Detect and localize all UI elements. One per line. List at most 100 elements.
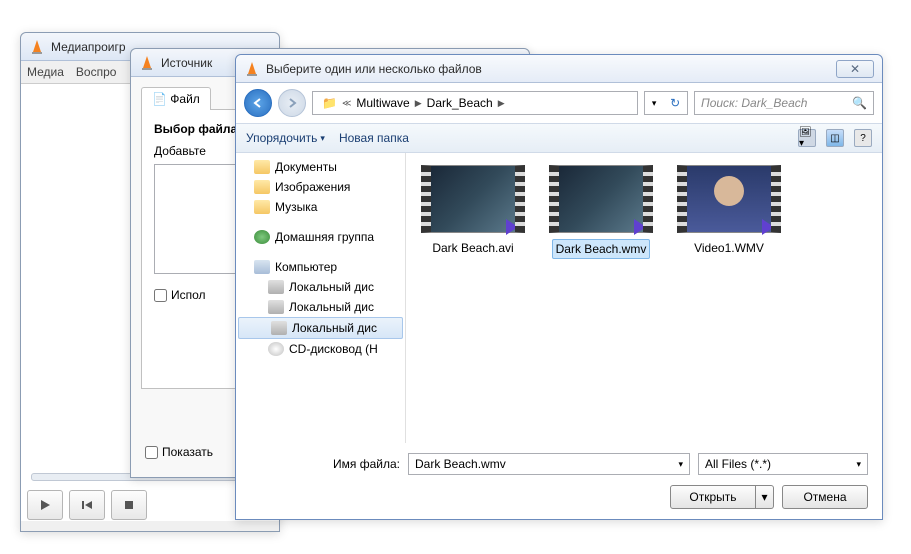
button-row: Открыть ▾ Отмена [236, 481, 882, 521]
tab-file[interactable]: 📄 Файл [141, 87, 211, 110]
organize-label: Упорядочить [246, 131, 317, 145]
computer-icon [254, 260, 270, 274]
file-item[interactable]: Dark Beach.avi [418, 165, 528, 257]
play-overlay-icon [634, 219, 646, 235]
view-options-button[interactable]: 🖼 ▾ [798, 129, 816, 147]
forward-button[interactable] [278, 89, 306, 117]
cd-icon [268, 342, 284, 356]
homegroup-icon [254, 230, 270, 244]
refresh-icon: ↻ [670, 96, 680, 110]
show-more-checkbox[interactable] [145, 446, 158, 459]
disk-icon [268, 280, 284, 294]
folder-icon [254, 200, 270, 214]
play-overlay-icon [506, 219, 518, 235]
tree-label: Локальный дис [289, 300, 374, 314]
use-checkbox-label: Испол [171, 288, 206, 302]
new-folder-button[interactable]: Новая папка [339, 131, 409, 145]
chevron-down-icon: ▾ [761, 490, 767, 504]
open-button-label: Открыть [689, 490, 736, 504]
filter-dropdown[interactable]: All Files (*.*) ▾ [698, 453, 868, 475]
play-button[interactable] [27, 490, 63, 520]
new-folder-label: Новая папка [339, 131, 409, 145]
show-more-row: Показать [145, 445, 213, 459]
preview-pane-button[interactable]: ◫ [826, 129, 844, 147]
chevron-right-icon: ▶ [498, 98, 505, 109]
folder-icon: 📁 [317, 94, 342, 112]
cancel-button[interactable]: Отмена [782, 485, 868, 509]
source-title: Источник [161, 56, 212, 70]
filename-value: Dark Beach.wmv [415, 457, 506, 471]
filename-label: Имя файла: [250, 457, 400, 471]
tree-label: Локальный дис [292, 321, 377, 335]
chevron-down-icon: ▾ [652, 98, 657, 109]
chevron-down-icon: ▾ [320, 133, 325, 144]
main-title: Медиапроигр [51, 40, 126, 54]
filename-input[interactable]: Dark Beach.wmv ▾ [408, 453, 690, 475]
file-pane[interactable]: Dark Beach.avi Dark Beach.wmv Video1.WMV [406, 153, 882, 443]
video-thumbnail [421, 165, 525, 233]
use-checkbox[interactable] [154, 289, 167, 302]
open-dropdown[interactable]: ▾ [756, 485, 774, 509]
vlc-icon [29, 39, 45, 55]
nav-row: 📁 ≪ Multiwave ▶ Dark_Beach ▶ ▾ ↻ Поиск: … [236, 83, 882, 123]
file-icon: 📄 [152, 92, 167, 106]
tree-music[interactable]: Музыка [236, 197, 405, 217]
filename-row: Имя файла: Dark Beach.wmv ▾ All Files (*… [236, 443, 882, 481]
folder-icon [254, 180, 270, 194]
chevron-icon: ≪ [342, 98, 351, 109]
video-thumbnail [549, 165, 653, 233]
search-input[interactable]: Поиск: Dark_Beach 🔍 [694, 91, 874, 115]
tree-images[interactable]: Изображения [236, 177, 405, 197]
filter-value: All Files (*.*) [705, 457, 771, 471]
tree-local-disk[interactable]: Локальный дис [236, 277, 405, 297]
vlc-icon [139, 55, 155, 71]
tree-label: CD-дисковод (H [289, 342, 378, 356]
menu-media[interactable]: Медиа [27, 65, 64, 79]
tree-cd-drive[interactable]: CD-дисковод (H [236, 339, 405, 359]
organize-menu[interactable]: Упорядочить ▾ [246, 131, 325, 145]
search-icon: 🔍 [852, 96, 867, 110]
tree-computer[interactable]: Компьютер [236, 257, 405, 277]
breadcrumb[interactable]: 📁 ≪ Multiwave ▶ Dark_Beach ▶ [312, 91, 638, 115]
cancel-button-label: Отмена [803, 490, 846, 504]
close-button[interactable]: ✕ [836, 60, 874, 78]
breadcrumb-seg1[interactable]: Multiwave [351, 94, 414, 112]
back-button[interactable] [244, 89, 272, 117]
file-item-selected[interactable]: Dark Beach.wmv [546, 165, 656, 259]
tree-local-disk[interactable]: Локальный дис [236, 297, 405, 317]
tree-label: Компьютер [275, 260, 337, 274]
stop-button[interactable] [111, 490, 147, 520]
file-titlebar[interactable]: Выберите один или несколько файлов ✕ [236, 55, 882, 83]
file-item[interactable]: Video1.WMV [674, 165, 784, 257]
breadcrumb-seg2[interactable]: Dark_Beach [422, 94, 498, 112]
search-placeholder: Поиск: Dark_Beach [701, 96, 807, 110]
close-icon: ✕ [850, 62, 860, 76]
toolbar: Упорядочить ▾ Новая папка 🖼 ▾ ◫ ? [236, 123, 882, 153]
tree-label: Изображения [275, 180, 350, 194]
play-overlay-icon [762, 219, 774, 235]
tree-documents[interactable]: Документы [236, 157, 405, 177]
body-split: Документы Изображения Музыка Домашняя гр… [236, 153, 882, 443]
chevron-right-icon: ▶ [415, 98, 422, 109]
tree-label: Документы [275, 160, 337, 174]
chevron-down-icon: ▾ [678, 459, 683, 470]
tree-homegroup[interactable]: Домашняя группа [236, 227, 405, 247]
open-button[interactable]: Открыть [670, 485, 756, 509]
file-open-dialog: Выберите один или несколько файлов ✕ 📁 ≪… [235, 54, 883, 520]
tree-label: Музыка [275, 200, 317, 214]
chevron-down-icon: ▾ [856, 459, 861, 470]
show-more-label: Показать [162, 445, 213, 459]
menu-playback[interactable]: Воспро [76, 65, 117, 79]
video-thumbnail [677, 165, 781, 233]
file-label: Dark Beach.avi [429, 239, 516, 257]
help-button[interactable]: ? [854, 129, 872, 147]
tree-label: Локальный дис [289, 280, 374, 294]
refresh-button[interactable]: ▾ ↻ [644, 91, 688, 115]
folder-icon [254, 160, 270, 174]
prev-button[interactable] [69, 490, 105, 520]
open-button-split: Открыть ▾ [670, 485, 774, 509]
tree-local-disk-selected[interactable]: Локальный дис [238, 317, 403, 339]
file-label: Dark Beach.wmv [552, 239, 651, 259]
nav-tree[interactable]: Документы Изображения Музыка Домашняя гр… [236, 153, 406, 443]
disk-icon [271, 321, 287, 335]
